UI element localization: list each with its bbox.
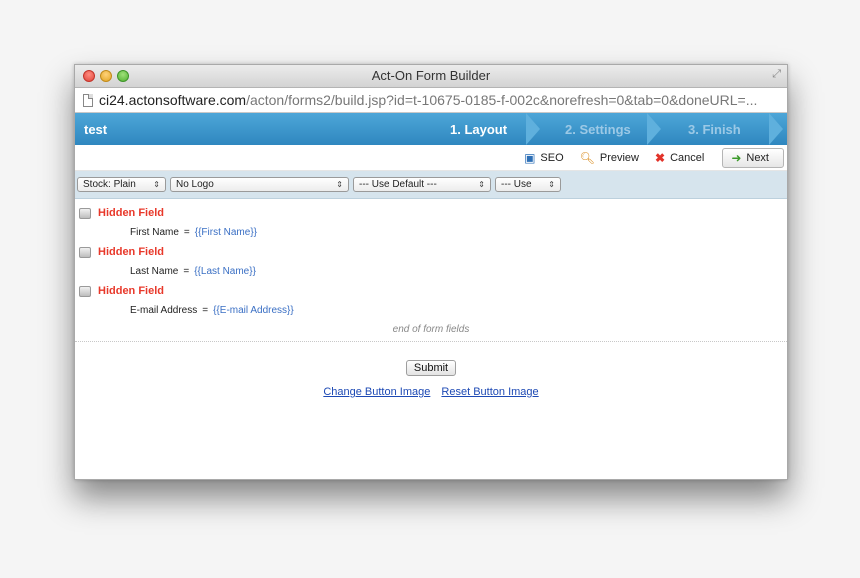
options-bar: Stock: Plain ⇕ No Logo ⇕ --- Use Default -… (75, 171, 787, 199)
logo-select[interactable]: No Logo ⇕ (170, 177, 349, 192)
field-name: Last Name (130, 266, 179, 277)
select-arrow-icon: ⇕ (478, 180, 485, 189)
window-title: Act-On Form Builder (371, 68, 491, 83)
seo-button[interactable]: ▣ SEO (524, 151, 564, 165)
hidden-field-header: Hidden Field (75, 244, 787, 260)
cancel-label: Cancel (670, 151, 705, 164)
field-mapping: Last Name = {{Last Name}} (75, 260, 787, 283)
page-icon (83, 93, 93, 107)
x-icon: ✖ (655, 150, 666, 165)
wizard-bar: test 1. Layout 2. Settings 3. Finish (75, 113, 787, 145)
field-mapping: E-mail Address = {{E-mail Address}} (75, 299, 787, 322)
hidden-field-label: Hidden Field (98, 246, 164, 258)
select-arrow-icon: ⇕ (336, 180, 343, 189)
equals-sign: = (183, 266, 190, 277)
hidden-field-header: Hidden Field (75, 283, 787, 299)
use-select[interactable]: --- Use ⇕ (495, 177, 561, 192)
end-of-fields-label: end of form fields (392, 324, 470, 335)
next-button[interactable]: ➜ Next (722, 147, 784, 168)
field-token: {{E-mail Address}} (213, 305, 294, 316)
equals-sign: = (202, 305, 209, 316)
next-label: Next (746, 151, 769, 164)
form-name: test (84, 122, 108, 137)
step-layout[interactable]: 1. Layout (450, 122, 507, 137)
divider (75, 341, 787, 342)
field-token: {{First Name}} (194, 227, 258, 238)
submit-button[interactable]: Submit (405, 360, 457, 376)
field-name: First Name (130, 227, 179, 238)
field-token: {{Last Name}} (194, 266, 256, 277)
logo-select-value: No Logo (176, 179, 214, 190)
hidden-field-icon (79, 285, 91, 297)
default-select[interactable]: --- Use Default --- ⇕ (353, 177, 491, 192)
address-bar[interactable]: ci24.actonsoftware.com/acton/forms2/buil… (75, 88, 787, 113)
button-image-links: Change Button Image Reset Button Image (75, 386, 787, 398)
form-field[interactable]: Hidden Field Last Name = {{Last Name}} (75, 244, 787, 283)
arrow-right-icon: ➜ (731, 150, 742, 165)
select-arrow-icon: ⇕ (548, 180, 555, 189)
preview-label: Preview (599, 151, 639, 164)
hidden-field-label: Hidden Field (98, 207, 164, 219)
fullscreen-icon[interactable]: ⤢ (772, 68, 781, 81)
cancel-button[interactable]: ✖ Cancel (655, 151, 704, 165)
default-select-value: --- Use Default --- (359, 179, 437, 190)
field-mapping: First Name = {{First Name}} (75, 221, 787, 244)
reset-button-image-link[interactable]: Reset Button Image (441, 386, 538, 398)
browser-window: Act-On Form Builder ⤢ ci24.actonsoftware… (74, 64, 788, 480)
field-name: E-mail Address (130, 305, 198, 316)
form-field[interactable]: Hidden Field E-mail Address = {{E-mail Add… (75, 283, 787, 322)
step-chevron (647, 113, 661, 145)
form-field[interactable]: Hidden Field First Name = {{First Name}} (75, 205, 787, 244)
select-arrow-icon: ⇕ (153, 180, 160, 189)
hidden-field-icon (79, 207, 91, 219)
hidden-field-header: Hidden Field (75, 205, 787, 221)
step-chevron (526, 113, 540, 145)
seo-label: SEO (540, 151, 564, 164)
use-select-value: --- Use (501, 179, 532, 190)
style-select-value: Stock: Plain (83, 179, 136, 190)
hidden-field-icon (79, 246, 91, 258)
magnifier-icon: 🔍︎ (579, 150, 595, 165)
url-host: ci24.actonsoftware.com (99, 92, 247, 108)
step-settings[interactable]: 2. Settings (565, 122, 631, 137)
step-finish[interactable]: 3. Finish (688, 122, 741, 137)
change-button-image-link[interactable]: Change Button Image (323, 386, 430, 398)
step-chevron (769, 113, 783, 145)
hidden-field-label: Hidden Field (98, 285, 164, 297)
preview-button[interactable]: 🔍︎ Preview (580, 151, 639, 165)
submit-wrap: Submit (75, 358, 787, 376)
style-select[interactable]: Stock: Plain ⇕ (77, 177, 166, 192)
equals-sign: = (183, 227, 190, 238)
seo-icon: ▣ (524, 150, 536, 165)
form-canvas: Hidden Field First Name = {{First Name}} H… (75, 199, 787, 398)
toolbar: ▣ SEO 🔍︎ Preview ✖ Cancel ➜ Next (75, 145, 787, 171)
url-path: /acton/forms2/build.jsp?id=t-10675-0185-… (246, 92, 758, 108)
title-bar: Act-On Form Builder ⤢ (75, 65, 787, 88)
